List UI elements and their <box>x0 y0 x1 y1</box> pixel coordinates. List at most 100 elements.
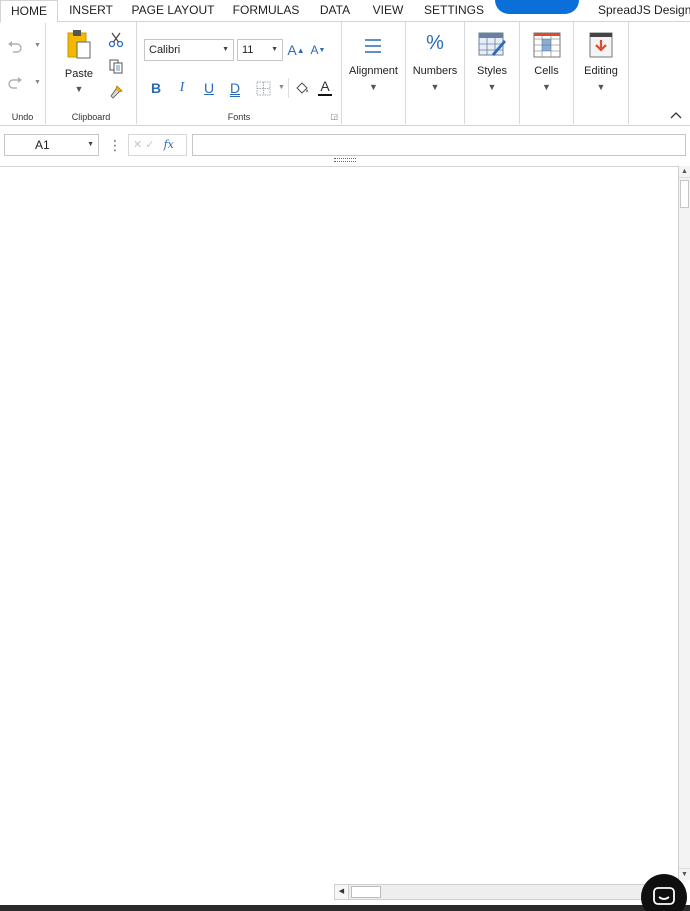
scroll-down-icon[interactable]: ▼ <box>679 868 690 880</box>
divider <box>288 78 289 98</box>
formula-input[interactable] <box>192 134 686 156</box>
formula-bar-resize-handle[interactable] <box>334 158 356 162</box>
undo-button[interactable] <box>4 38 26 56</box>
font-color-button[interactable]: A <box>315 76 335 98</box>
chat-icon <box>653 887 675 905</box>
borders-button[interactable] <box>253 78 273 98</box>
format-painter-button[interactable] <box>106 82 126 102</box>
tab-settings[interactable]: SETTINGS <box>420 0 488 22</box>
fonts-group: Calibri ▼ 11 ▼ A ▲ A ▼ B I U D ▼ A ◲ Fon… <box>137 22 342 124</box>
alignment-dropdown-icon: ▼ <box>369 82 378 92</box>
paste-label: Paste <box>64 68 94 80</box>
decrease-font-button[interactable]: A ▼ <box>309 40 327 60</box>
font-color-icon: A <box>320 77 330 94</box>
paste-button[interactable]: Paste ▼ <box>56 22 102 122</box>
scissors-icon <box>108 32 124 48</box>
vertical-scroll-thumb[interactable] <box>680 180 689 208</box>
paint-bucket-icon <box>296 82 308 96</box>
paste-dropdown-icon: ▼ <box>74 84 84 94</box>
cancel-icon[interactable]: ✕ <box>133 139 142 151</box>
font-name-dropdown-icon: ▼ <box>222 46 229 53</box>
undo-group-label: Undo <box>11 112 34 122</box>
percent-icon: % <box>426 32 444 54</box>
formula-bar: A1 ▼ ⋮ ✕ ✓ fx <box>0 130 690 160</box>
name-box-value: A1 <box>35 138 50 152</box>
editing-dropdown-icon: ▼ <box>596 82 606 92</box>
vertical-scrollbar[interactable]: ▲ ▼ <box>678 166 690 880</box>
redo-dropdown-icon[interactable]: ▼ <box>34 79 41 86</box>
cells-label: Cells <box>534 65 559 77</box>
tab-view[interactable]: VIEW <box>364 0 412 22</box>
clipboard-icon <box>67 30 91 59</box>
decrease-font-icon: A <box>310 43 319 57</box>
horizontal-scroll-thumb[interactable] <box>351 886 381 898</box>
bold-button[interactable]: B <box>146 78 166 98</box>
italic-button[interactable]: I <box>172 78 192 98</box>
tab-insert[interactable]: INSERT <box>62 0 120 22</box>
increase-arrow-icon: ▲ <box>296 45 305 55</box>
numbers-group: % Numbers ▼ <box>406 22 465 124</box>
alignment-button[interactable]: Alignment ▼ <box>342 22 405 122</box>
cells-button[interactable]: Cells ▼ <box>520 22 573 122</box>
border-icon <box>256 81 270 95</box>
alignment-group: Alignment ▼ <box>342 22 406 124</box>
numbers-dropdown-icon: ▼ <box>430 82 440 92</box>
table-style-icon <box>478 32 506 56</box>
more-options-icon[interactable]: ⋮ <box>108 136 122 154</box>
editing-button[interactable]: Editing ▼ <box>574 22 628 122</box>
bottom-strip <box>0 905 690 911</box>
cut-button[interactable] <box>106 30 126 50</box>
paintbrush-icon <box>110 85 123 99</box>
tab-page-layout[interactable]: PAGE LAYOUT <box>126 0 220 22</box>
alignment-label: Alignment <box>349 65 398 77</box>
decrease-arrow-icon: ▼ <box>318 46 326 54</box>
styles-dropdown-icon: ▼ <box>487 82 497 92</box>
clipboard-group-label: Clipboard <box>71 112 111 122</box>
font-color-swatch <box>318 93 332 96</box>
increase-font-icon: A <box>287 42 297 58</box>
underline-button[interactable]: U <box>199 78 219 98</box>
redo-icon <box>8 77 22 89</box>
confirm-icon[interactable]: ✓ <box>145 139 154 151</box>
styles-group: Styles ▼ <box>465 22 520 124</box>
copy-button[interactable] <box>106 56 126 76</box>
undo-dropdown-icon[interactable]: ▼ <box>34 42 41 49</box>
formula-actions: ✕ ✓ fx <box>128 134 187 156</box>
cells-dropdown-icon: ▼ <box>542 82 551 92</box>
scroll-left-icon[interactable]: ◀ <box>335 885 349 899</box>
designer-title: SpreadJS Design <box>598 3 690 17</box>
ribbon: ▼ ▼ Undo Paste ▼ Clipboard Calibri ▼ 11 … <box>0 22 690 126</box>
undo-group: ▼ ▼ Undo <box>0 22 46 124</box>
redacted-tab <box>495 0 579 14</box>
font-size-dropdown-icon: ▼ <box>271 46 278 53</box>
fonts-group-label: Fonts <box>227 112 251 122</box>
horizontal-scrollbar[interactable]: ◀ <box>334 884 678 900</box>
fill-color-button[interactable] <box>292 78 312 98</box>
editing-group: Editing ▼ <box>574 22 629 124</box>
redo-button[interactable] <box>4 74 26 92</box>
name-box[interactable]: A1 ▼ <box>4 134 99 156</box>
insert-function-icon[interactable]: fx <box>164 138 174 151</box>
font-size-value: 11 <box>242 44 254 56</box>
borders-dropdown-icon[interactable]: ▼ <box>278 84 285 91</box>
styles-button[interactable]: Styles ▼ <box>465 22 519 122</box>
spreadsheet-canvas[interactable] <box>0 166 678 880</box>
styles-label: Styles <box>477 65 507 77</box>
editing-label: Editing <box>584 65 618 77</box>
increase-font-button[interactable]: A ▲ <box>287 40 305 60</box>
font-name-select[interactable]: Calibri ▼ <box>144 39 234 61</box>
tab-home[interactable]: HOME <box>0 0 58 23</box>
numbers-button[interactable]: % Numbers ▼ <box>406 22 464 122</box>
scroll-up-icon[interactable]: ▲ <box>679 166 690 178</box>
font-size-select[interactable]: 11 ▼ <box>237 39 283 61</box>
collapse-ribbon-icon[interactable] <box>670 110 682 122</box>
tab-formulas[interactable]: FORMULAS <box>226 0 306 22</box>
grid-icon <box>533 32 561 58</box>
font-name-value: Calibri <box>149 44 181 56</box>
tab-data[interactable]: DATA <box>312 0 358 22</box>
clipboard-group: Paste ▼ Clipboard <box>46 22 137 124</box>
cells-group: Cells ▼ <box>520 22 574 124</box>
double-underline-button[interactable]: D <box>225 78 245 98</box>
chevron-up-icon <box>670 112 682 119</box>
align-lines-icon <box>365 39 381 53</box>
